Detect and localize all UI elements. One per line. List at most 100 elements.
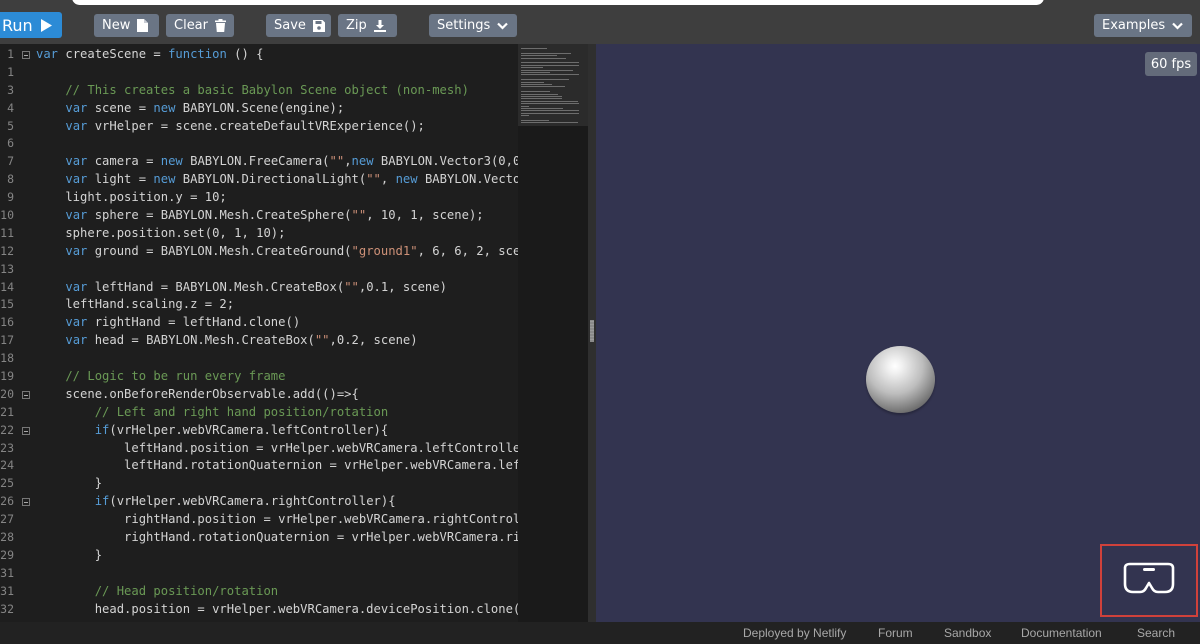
footer-link-search[interactable]: Search (1137, 626, 1175, 640)
line-number: 32 (0, 601, 14, 616)
fold-toggle-icon[interactable] (22, 390, 30, 399)
code-token: new (153, 172, 176, 187)
footer-link-netlify[interactable]: Deployed by Netlify (743, 626, 846, 640)
code-line[interactable]: 12 var ground = BABYLON.Mesh.CreateGroun… (0, 243, 518, 261)
code-line[interactable]: 20 scene.onBeforeRenderObservable.add(()… (0, 386, 518, 404)
code-line[interactable]: 23 leftHand.position = vrHelper.webVRCam… (0, 440, 518, 458)
code-editor[interactable]: 1 var createScene = function () {1 3 // Th… (0, 44, 588, 622)
line-number: 29 (0, 547, 14, 562)
code-token: , (344, 154, 352, 169)
code-line[interactable]: 8 var light = new BABYLON.DirectionalLig… (0, 171, 518, 189)
examples-button[interactable]: Examples (1094, 14, 1192, 37)
code-line[interactable]: 16 var rightHand = leftHand.clone() (0, 314, 518, 332)
footer-link-sandbox[interactable]: Sandbox (944, 626, 991, 640)
line-number: 13 (0, 261, 14, 276)
clear-button-label: Clear (174, 18, 208, 33)
minimap-line (521, 67, 544, 69)
code-line[interactable]: 3 // This creates a basic Babylon Scene … (0, 82, 518, 100)
save-button[interactable]: Save (266, 14, 331, 37)
vr-button-highlight[interactable] (1100, 544, 1198, 617)
code-token: BABYLON.Vector3 (424, 172, 518, 187)
code-token: "" (344, 279, 359, 294)
code-line[interactable]: 11 sphere.position.set(0, 1, 10); (0, 225, 518, 243)
code-minimap[interactable] (518, 44, 588, 622)
fold-toggle-icon[interactable] (22, 426, 30, 435)
code-line[interactable]: 1 var createScene = function () { (0, 46, 518, 64)
code-token: // Head position/rotation (36, 583, 279, 598)
address-bar[interactable] (72, 0, 1044, 5)
code-token: head = BABYLON.Mesh.CreateBox( (87, 333, 315, 348)
minimap-line (521, 100, 578, 102)
line-number: 22 (0, 422, 14, 437)
drag-handle-icon[interactable] (590, 320, 594, 342)
zip-button[interactable]: Zip (338, 14, 397, 37)
line-number: 23 (0, 440, 14, 455)
code-line[interactable]: 25 } (0, 475, 518, 493)
code-token: camera = (87, 154, 161, 169)
code-text: var ground = BABYLON.Mesh.CreateGround("… (36, 243, 518, 261)
footer-link-forum[interactable]: Forum (878, 626, 913, 640)
footer-link-documentation[interactable]: Documentation (1021, 626, 1102, 640)
code-line[interactable]: 31 // Head position/rotation (0, 583, 518, 601)
code-token: sphere = BABYLON.Mesh.CreateSphere( (87, 208, 352, 223)
code-line[interactable]: 21 // Left and right hand position/rotat… (0, 404, 518, 422)
chevron-down-icon (1172, 22, 1183, 30)
code-line[interactable]: 27 rightHand.position = vrHelper.webVRCa… (0, 511, 518, 529)
code-line[interactable]: 14 var leftHand = BABYLON.Mesh.CreateBox… (0, 279, 518, 297)
line-number: 18 (0, 351, 14, 366)
code-token: scene.onBeforeRenderObservable.add(()=>{ (36, 386, 359, 401)
code-line[interactable]: 31 (0, 565, 518, 583)
code-token: leftHand.position = vrHelper.webVRCamera… (36, 440, 518, 455)
code-line[interactable]: 22 if(vrHelper.webVRCamera.leftControlle… (0, 422, 518, 440)
code-line[interactable]: 5 var vrHelper = scene.createDefaultVREx… (0, 118, 518, 136)
fold-toggle-icon[interactable] (22, 498, 30, 507)
code-token: ,0.2, scene) (329, 333, 418, 348)
minimap-line (521, 81, 544, 83)
code-line[interactable]: 15 leftHand.scaling.z = 2; (0, 296, 518, 314)
line-number: 12 (0, 243, 14, 258)
code-line[interactable]: 10 var sphere = BABYLON.Mesh.CreateSpher… (0, 207, 518, 225)
code-line[interactable]: 4 var scene = new BABYLON.Scene(engine); (0, 100, 518, 118)
code-line[interactable]: 7 var camera = new BABYLON.FreeCamera(""… (0, 153, 518, 171)
code-line[interactable]: 6 (0, 135, 518, 153)
code-token: rightHand.position = vrHelper.webVRCamer… (36, 512, 518, 527)
fold-toggle-icon[interactable] (22, 51, 30, 59)
new-button[interactable]: New (94, 14, 159, 37)
code-token: leftHand = BABYLON.Mesh.CreateBox( (87, 279, 345, 294)
code-token: new (160, 154, 183, 169)
run-button[interactable]: Run (0, 12, 62, 38)
fps-counter: 60 fps (1145, 52, 1197, 76)
minimap-line (521, 105, 529, 107)
render-canvas[interactable]: 60 fps (596, 44, 1200, 622)
code-line[interactable]: 28 rightHand.rotationQuaternion = vrHelp… (0, 529, 518, 547)
code-line[interactable]: 17 var head = BABYLON.Mesh.CreateBox("",… (0, 332, 518, 350)
download-icon (373, 19, 386, 32)
code-lines[interactable]: 1 var createScene = function () {1 3 // Th… (0, 46, 518, 622)
code-token: } (36, 476, 103, 491)
code-line[interactable]: 32 head.position = vrHelper.webVRCamera.… (0, 601, 518, 619)
minimap-line (521, 120, 550, 121)
pane-splitter[interactable] (588, 44, 596, 622)
vr-headset-icon[interactable] (1121, 562, 1177, 600)
code-line[interactable]: 9 light.position.y = 10; (0, 189, 518, 207)
code-line[interactable]: 13 (0, 261, 518, 279)
run-button-label: Run (2, 15, 33, 35)
code-token: // Left and right hand position/rotation (36, 404, 389, 419)
code-token: if (94, 422, 110, 437)
code-line[interactable]: 26 if(vrHelper.webVRCamera.rightControll… (0, 493, 518, 511)
code-token: BABYLON.Scene(engine); (175, 100, 345, 115)
code-line[interactable]: 18 (0, 350, 518, 368)
code-line[interactable]: 19 // Logic to be run every frame (0, 368, 518, 386)
code-token: ,0.1, scene) (358, 279, 447, 294)
code-line[interactable]: 1 (0, 64, 518, 82)
code-token: var (65, 100, 88, 115)
settings-button[interactable]: Settings (429, 14, 517, 37)
code-text: var rightHand = leftHand.clone() (36, 314, 300, 332)
code-line[interactable]: 24 leftHand.rotationQuaternion = vrHelpe… (0, 457, 518, 475)
code-line[interactable]: 29 } (0, 547, 518, 565)
clear-button[interactable]: Clear (166, 14, 234, 37)
code-text: var sphere = BABYLON.Mesh.CreateSphere("… (36, 207, 483, 225)
minimap-line (521, 84, 552, 85)
